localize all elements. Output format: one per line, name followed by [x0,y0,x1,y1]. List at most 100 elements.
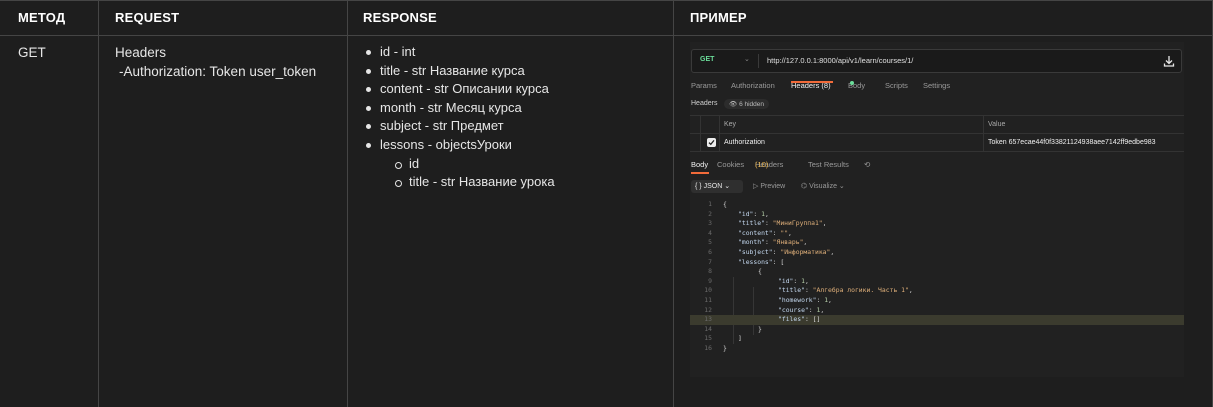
line-number: 7 [708,257,712,266]
code-line: 3 "title": "МиниГруппа1", [690,219,1184,229]
code-token: } [723,343,727,352]
active-tab-underline [691,172,709,174]
code-line: 11 "homework": 1, [690,296,1184,306]
header-key-cell[interactable]: Authorization [724,139,765,146]
table-header-row [0,0,1213,36]
line-number: 12 [704,305,712,314]
code-line: 4 "content": "", [690,229,1184,239]
list-item-label: lessons - objectsУроки [380,136,512,152]
line-number: 8 [708,267,712,276]
code-text: "course": 1, [778,305,825,314]
chevron-down-icon: ⌄ [838,183,845,190]
code-text: "title": "Алгебра логики. Часть 1", [778,286,913,295]
code-token: "subject" [738,247,773,256]
code-token: "homework" [778,295,817,304]
hidden-headers-badge[interactable]: 👁 6 hidden [724,99,770,109]
preview-button[interactable]: ▷ Preview [753,182,785,190]
code-token: "files" [778,315,805,324]
visualize-icon: ⌬ [801,183,808,190]
header-method: МЕТОД [18,10,66,25]
url-bar[interactable]: GET ⌄ http://127.0.0.1:8000/api/v1/learn… [691,49,1182,73]
code-token: ] [738,334,742,343]
code-token: 1 [824,295,829,304]
tab-cookies[interactable]: Cookies [717,160,744,169]
tab-scripts[interactable]: Scripts [885,81,908,90]
hidden-headers-text: 6 hidden [739,101,765,108]
tab-authorization[interactable]: Authorization [731,81,775,90]
list-item: title - str Название урока [394,173,555,192]
sub-list: id title - str Название урока [394,155,555,192]
grid-line [690,115,1184,116]
tab-response-body[interactable]: Body [691,160,708,169]
visualize-label: Visualize [809,183,837,190]
header-enabled-checkbox[interactable] [707,138,716,147]
code-token: 1 [761,209,765,218]
code-text: } [723,344,727,354]
code-token: "title" [778,286,805,295]
format-select[interactable]: { } JSON ⌄ [691,180,743,193]
code-text: "id": 1, [778,276,809,285]
method-select[interactable]: GET [700,56,714,63]
tab-test-results[interactable]: Test Results [808,160,849,169]
url-input[interactable]: http://127.0.0.1:8000/api/v1/learn/cours… [767,56,913,65]
play-icon: ▷ [753,183,759,190]
list-item: title - str Название курса [365,62,555,81]
code-line: 14} [690,325,1184,335]
code-text: "lessons": [ [738,257,785,266]
line-number: 4 [708,228,712,237]
grid-line [690,151,1184,152]
code-text: "content": "", [738,228,792,237]
list-item: id - int [365,43,555,62]
tab-params[interactable]: Params [691,81,717,90]
code-text: "month": "Январь", [738,238,808,247]
code-token: "" [780,228,789,237]
line-number: 11 [704,295,712,304]
code-line: 12 "course": 1, [690,306,1184,316]
divider [758,54,759,68]
headers-label: Headers [691,100,718,107]
headers-section-title: Headers 👁 6 hidden [691,99,770,109]
line-number: 13 [704,315,712,324]
visualize-button[interactable]: ⌬ Visualize ⌄ [801,182,845,190]
history-icon[interactable]: ⟲ [864,160,870,169]
column-key: Key [724,121,737,128]
grid-line [690,133,1184,134]
column-value: Value [988,121,1006,128]
code-token: "id" [738,209,754,218]
code-token: } [758,324,762,333]
column-divider [673,0,674,407]
request-cell: Headers -Authorization: Token user_token [115,43,316,81]
code-text: } [758,325,762,335]
code-line: 9 "id": 1, [690,277,1184,287]
line-number: 10 [704,286,712,295]
code-line: 2 "id": 1, [690,210,1184,220]
json-response-viewer[interactable]: 1{ 2 "id": 1, 3 "title": "МиниГруппа1", 4 "… [690,200,1184,354]
line-number: 6 [708,247,712,256]
code-text: "homework": 1, [778,295,832,304]
code-text: { [723,200,727,210]
header-value-cell[interactable]: Token 657ecae44f0f33821124938aee7142ff9e… [988,139,1156,146]
response-list: id - int title - str Название курса cont… [365,43,555,192]
status-dot [850,81,854,85]
code-line: 15] [690,334,1184,344]
line-number: 2 [708,209,712,218]
code-line: 7 "lessons": [ [690,258,1184,268]
code-token: "МиниГруппа1" [772,219,823,228]
code-line: 1{ [690,200,1184,210]
code-token: "Январь" [772,238,804,247]
line-number: 14 [704,324,712,333]
code-token: "Информатика" [780,247,831,256]
code-line: 8{ [690,267,1184,277]
code-token: "course" [778,305,809,314]
code-line: 6 "subject": "Информатика", [690,248,1184,258]
code-line: 5 "month": "Январь", [690,238,1184,248]
active-tab-underline [791,81,833,83]
code-token: "content" [738,228,773,237]
tab-settings[interactable]: Settings [923,81,950,90]
download-icon[interactable] [1162,54,1176,68]
eye-icon: 👁 [729,101,738,108]
line-number: 16 [704,343,712,352]
code-token: "Алгебра логики. Часть 1" [812,286,909,295]
list-item: content - str Описании курса [365,80,555,99]
code-text: "id": 1, [738,209,769,218]
